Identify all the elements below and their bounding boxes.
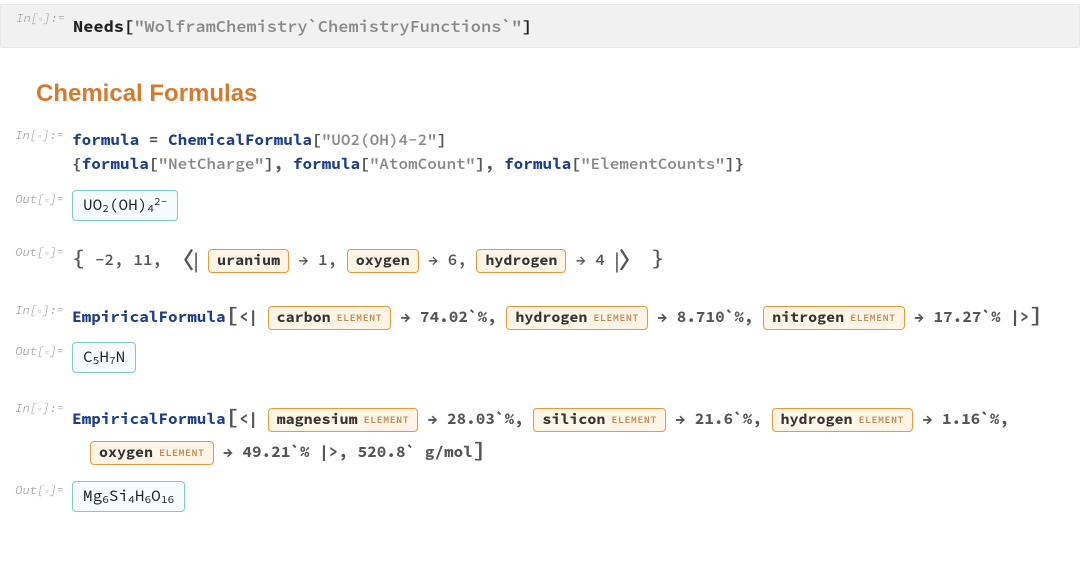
empiricalformula-fn: EmpiricalFormula <box>72 307 226 327</box>
empirical2-out: Out[▫]= Mg6Si4H6O16 <box>0 477 1080 516</box>
needs-fn: Needs <box>73 15 124 37</box>
element-uranium[interactable]: uranium <box>208 249 289 273</box>
in-label: In[▫]:= <box>4 395 64 416</box>
page: In[▫]:= Needs["WolframChemistry`Chemistr… <box>0 4 1080 574</box>
element-hydrogen[interactable]: hydrogenELEMENT <box>772 408 914 432</box>
chemformula-accessors: {formula["NetCharge"], formula["AtomCoun… <box>72 154 1068 174</box>
out-label: Out[▫]= <box>4 477 64 498</box>
in-label: In[▫]:= <box>4 122 64 143</box>
needs-content[interactable]: Needs["WolframChemistry`ChemistryFunctio… <box>65 5 1075 47</box>
assoc-close-icon: 〉 <box>619 243 641 275</box>
element-oxygen[interactable]: oxygenELEMENT <box>90 441 214 465</box>
molar-mass: 520.8` g/mol <box>358 442 473 462</box>
empirical1-out: Out[▫]= C5H7N <box>0 338 1080 377</box>
empirical2-content[interactable]: EmpiricalFormula[<| magnesiumELEMENT → 2… <box>64 395 1076 473</box>
empirical1-in: In[▫]:= EmpiricalFormula[<| carbonELEMEN… <box>0 297 1080 334</box>
element-oxygen[interactable]: oxygen <box>347 249 419 273</box>
out-label: Out[▫]= <box>4 338 64 359</box>
chemicalformula-fn: ChemicalFormula <box>168 130 312 150</box>
formula-var: formula <box>72 130 139 150</box>
formula-display[interactable]: Mg6Si4H6O16 <box>72 481 185 512</box>
net-charge: −2 <box>95 250 114 270</box>
element-nitrogen[interactable]: nitrogenELEMENT <box>763 306 905 330</box>
section-title: Chemical Formulas <box>0 52 1080 118</box>
chemformula-content[interactable]: formula = ChemicalFormula["UO2(OH)4-2"] … <box>64 122 1076 182</box>
element-carbon[interactable]: carbonELEMENT <box>268 306 392 330</box>
in-label: In[▫]:= <box>5 5 65 26</box>
in-label: In[▫]:= <box>4 297 64 318</box>
out-label: Out[▫]= <box>4 186 64 207</box>
formula-display[interactable]: UO2(OH)42− <box>72 190 178 221</box>
needs-arg: "WolframChemistry`ChemistryFunctions`" <box>134 15 522 37</box>
arrow-icon: → <box>299 250 309 270</box>
element-silicon[interactable]: siliconELEMENT <box>533 408 666 432</box>
empirical1-content[interactable]: EmpiricalFormula[<| carbonELEMENT → 74.0… <box>64 297 1076 334</box>
out-chemformula-object: Out[▫]= UO2(OH)42− <box>0 186 1080 225</box>
out-label: Out[▫]= <box>4 239 64 260</box>
needs-cell: In[▫]:= Needs["WolframChemistry`Chemistr… <box>0 4 1080 48</box>
out-chemformula-list: Out[▫]= { −2, 11, 〈| uranium → 1, oxygen… <box>0 239 1080 279</box>
empirical2-in: In[▫]:= EmpiricalFormula[<| magnesiumELE… <box>0 395 1080 473</box>
element-hydrogen[interactable]: hydrogenELEMENT <box>506 306 648 330</box>
element-hydrogen[interactable]: hydrogen <box>476 249 566 273</box>
atom-count: 11 <box>133 250 152 270</box>
empiricalformula-fn: EmpiricalFormula <box>72 409 226 429</box>
chemformula-in: In[▫]:= formula = ChemicalFormula["UO2(O… <box>0 122 1080 182</box>
element-magnesium[interactable]: magnesiumELEMENT <box>268 408 419 432</box>
formula-display[interactable]: C5H7N <box>72 342 136 373</box>
assoc-open-icon: 〈 <box>172 243 194 275</box>
